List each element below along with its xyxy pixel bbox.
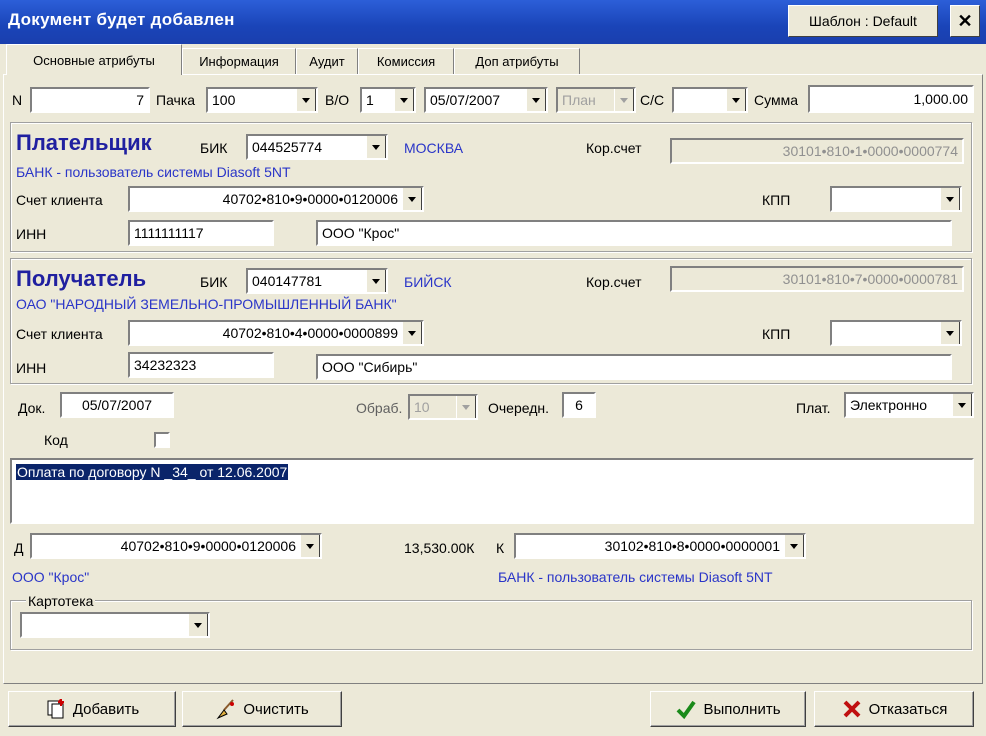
code-checkbox[interactable] (154, 432, 170, 448)
cancel-x-icon (843, 700, 861, 718)
payer-kor-field: 30101•810•1•0000•0000774 (670, 138, 964, 164)
payer-kpp-label: КПП (762, 192, 791, 208)
window-title: Документ будет добавлен (8, 10, 235, 29)
date-select[interactable]: 05/07/2007 (424, 87, 548, 113)
queue-field[interactable]: 6 (562, 392, 596, 418)
plat-label: Плат. (796, 400, 831, 416)
payer-kpp-select[interactable] (830, 186, 962, 212)
payer-bank-name: БАНК - пользователь системы Diasoft 5NT (16, 164, 291, 180)
dropdown-arrow-icon[interactable] (784, 535, 804, 557)
tab-audit[interactable]: Аудит (296, 48, 358, 74)
receiver-inn-field[interactable]: 34232323 (128, 352, 274, 378)
dropdown-arrow-icon (456, 396, 476, 418)
payer-name-field[interactable]: ООО "Крос" (316, 220, 952, 246)
add-button[interactable]: Добавить (8, 691, 176, 727)
sum-field[interactable]: 1,000.00 (808, 85, 974, 113)
clear-button[interactable]: Очистить (182, 691, 342, 727)
clear-button-label: Очистить (243, 700, 309, 718)
cancel-button-label: Отказаться (868, 700, 948, 718)
dropdown-arrow-icon[interactable] (952, 394, 972, 416)
receiver-kor-field: 30101•810•7•0000•0000781 (670, 266, 964, 292)
credit-name: БАНК - пользователь системы Diasoft 5NT (498, 569, 773, 585)
receiver-account-select[interactable]: 40702•810•4•0000•0000899 (128, 320, 424, 346)
receiver-name-field[interactable]: ООО "Сибирь" (316, 354, 952, 380)
doc-label: Док. (18, 400, 46, 416)
payer-bik-select[interactable]: 044525774 (246, 134, 388, 160)
tab-information[interactable]: Информация (182, 48, 296, 74)
dropdown-arrow-icon[interactable] (940, 188, 960, 210)
purpose-memo[interactable]: Оплата по договору N _34_ от 12.06.2007 (10, 458, 974, 524)
amount-text: 13,530.00К (404, 540, 475, 556)
debit-label: Д (14, 540, 24, 556)
plan-select: План (556, 87, 636, 113)
credit-account-select[interactable]: 30102•810•8•0000•0000001 (514, 533, 806, 559)
receiver-kpp-select[interactable] (830, 320, 962, 346)
close-button[interactable]: ✕ (950, 5, 980, 37)
receiver-kpp-label: КПП (762, 326, 791, 342)
template-button[interactable]: Шаблон : Default (788, 5, 938, 37)
credit-label: К (496, 540, 505, 556)
obrab-label: Обраб. (356, 400, 403, 416)
receiver-bank-name: ОАО "НАРОДНЫЙ ЗЕМЕЛЬНО-ПРОМЫШЛЕННЫЙ БАНК… (16, 296, 397, 312)
kartoteka-select[interactable] (20, 612, 210, 638)
receiver-account-label: Счет клиента (16, 326, 103, 342)
cs-select[interactable] (672, 87, 748, 113)
tab-extra-attributes[interactable]: Доп атрибуты (454, 48, 580, 74)
purpose-text: Оплата по договору N _34_ от 12.06.2007 (16, 464, 289, 480)
cancel-button[interactable]: Отказаться (814, 691, 974, 727)
tab-main-attributes[interactable]: Основные атрибуты (6, 44, 182, 75)
dropdown-arrow-icon (614, 89, 634, 111)
dropdown-arrow-icon[interactable] (394, 89, 414, 111)
n-field[interactable]: 7 (30, 87, 150, 113)
add-document-icon (47, 699, 64, 719)
kartoteka-label: Картотека (26, 593, 96, 609)
doc-date-field[interactable]: 05/07/2007 (60, 392, 174, 418)
execute-button-label: Выполнить (703, 700, 781, 718)
dropdown-arrow-icon[interactable] (366, 136, 386, 158)
sum-label: Сумма (754, 92, 798, 108)
payer-bik-label: БИК (200, 140, 228, 156)
broom-icon (216, 699, 235, 720)
tab-commission[interactable]: Комиссия (358, 48, 454, 74)
payer-inn-label: ИНН (16, 226, 47, 242)
payer-heading: Плательщик (16, 130, 152, 155)
obrab-select: 10 (408, 394, 478, 420)
dropdown-arrow-icon[interactable] (296, 89, 316, 111)
cs-label: С/С (640, 92, 665, 108)
checkmark-icon (677, 700, 697, 720)
receiver-bik-label: БИК (200, 274, 228, 290)
payer-account-label: Счет клиента (16, 192, 103, 208)
dropdown-arrow-icon[interactable] (402, 322, 422, 344)
vo-select[interactable]: 1 (360, 87, 416, 113)
dropdown-arrow-icon[interactable] (300, 535, 320, 557)
payer-kor-label: Кор.счет (586, 140, 642, 156)
n-label: N (12, 92, 23, 108)
execute-button[interactable]: Выполнить (650, 691, 806, 727)
dropdown-arrow-icon[interactable] (366, 270, 386, 292)
plat-select[interactable]: Электронно (844, 392, 974, 418)
payer-inn-field[interactable]: 1111111117 (128, 220, 274, 246)
add-button-label: Добавить (72, 700, 140, 718)
dropdown-arrow-icon[interactable] (940, 322, 960, 344)
debit-name: ООО "Крос" (12, 569, 90, 585)
dropdown-arrow-icon[interactable] (526, 89, 546, 111)
payer-account-select[interactable]: 40702•810•9•0000•0120006 (128, 186, 424, 212)
payer-city: МОСКВА (404, 140, 464, 156)
receiver-bik-select[interactable]: 040147781 (246, 268, 388, 294)
receiver-city: БИЙСК (404, 274, 452, 290)
receiver-inn-label: ИНН (16, 360, 47, 376)
pack-select[interactable]: 100 (206, 87, 318, 113)
queue-label: Очередн. (488, 400, 550, 416)
code-label: Код (44, 432, 68, 448)
dropdown-arrow-icon[interactable] (402, 188, 422, 210)
dropdown-arrow-icon[interactable] (726, 89, 746, 111)
receiver-heading: Получатель (16, 266, 147, 291)
debit-account-select[interactable]: 40702•810•9•0000•0120006 (30, 533, 322, 559)
vo-label: В/О (325, 92, 350, 108)
dropdown-arrow-icon[interactable] (188, 614, 208, 636)
receiver-kor-label: Кор.счет (586, 274, 642, 290)
pack-label: Пачка (156, 92, 196, 108)
